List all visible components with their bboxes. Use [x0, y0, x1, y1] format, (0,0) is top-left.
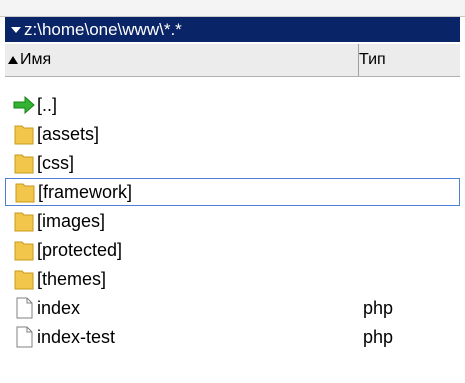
file-name: [images]	[37, 210, 106, 231]
folder-icon	[13, 238, 35, 262]
folder-icon	[13, 122, 35, 146]
panel-top-strip	[0, 0, 465, 17]
column-header: Имя Тип	[5, 44, 460, 77]
file-name: index	[37, 297, 81, 318]
file-row-index-test[interactable]: index-test php	[5, 323, 460, 351]
sort-ascending-icon	[8, 56, 18, 64]
column-name-label: Имя	[20, 51, 52, 68]
column-type-label: Тип	[359, 51, 386, 68]
folder-icon	[14, 180, 36, 204]
file-name: index-test	[37, 326, 116, 347]
file-ext: php	[363, 327, 394, 347]
dropdown-arrow-icon[interactable]	[11, 26, 21, 33]
up-arrow-icon	[13, 93, 35, 117]
file-row-assets[interactable]: [assets]	[5, 120, 460, 148]
file-name: [..]	[37, 94, 58, 115]
file-row-css[interactable]: [css]	[5, 149, 460, 177]
file-panel: z:\home\one\www\*.* Имя Тип [..] [assets…	[0, 0, 465, 383]
path-bar[interactable]: z:\home\one\www\*.*	[5, 17, 460, 42]
folder-icon	[13, 209, 35, 233]
column-type-header[interactable]: Тип	[359, 44, 460, 76]
file-ext: php	[363, 298, 394, 318]
file-row-parent[interactable]: [..]	[5, 91, 460, 119]
current-path: z:\home\one\www\*.*	[24, 20, 182, 39]
file-name: [assets]	[37, 123, 100, 144]
file-name: [protected]	[37, 239, 123, 260]
column-name-header[interactable]: Имя	[5, 44, 359, 76]
file-row-protected[interactable]: [protected]	[5, 236, 460, 264]
file-name: [framework]	[38, 181, 133, 202]
file-icon	[13, 296, 35, 320]
file-row-index[interactable]: index php	[5, 294, 460, 322]
file-name: [themes]	[37, 268, 107, 289]
file-row-themes[interactable]: [themes]	[5, 265, 460, 293]
folder-icon	[13, 267, 35, 291]
file-row-framework[interactable]: [framework]	[5, 178, 460, 206]
folder-icon	[13, 151, 35, 175]
file-row-images[interactable]: [images]	[5, 207, 460, 235]
file-icon	[13, 325, 35, 349]
file-name: [css]	[37, 152, 75, 173]
file-list[interactable]: [..] [assets] [css] [framework] [images]…	[5, 91, 460, 381]
